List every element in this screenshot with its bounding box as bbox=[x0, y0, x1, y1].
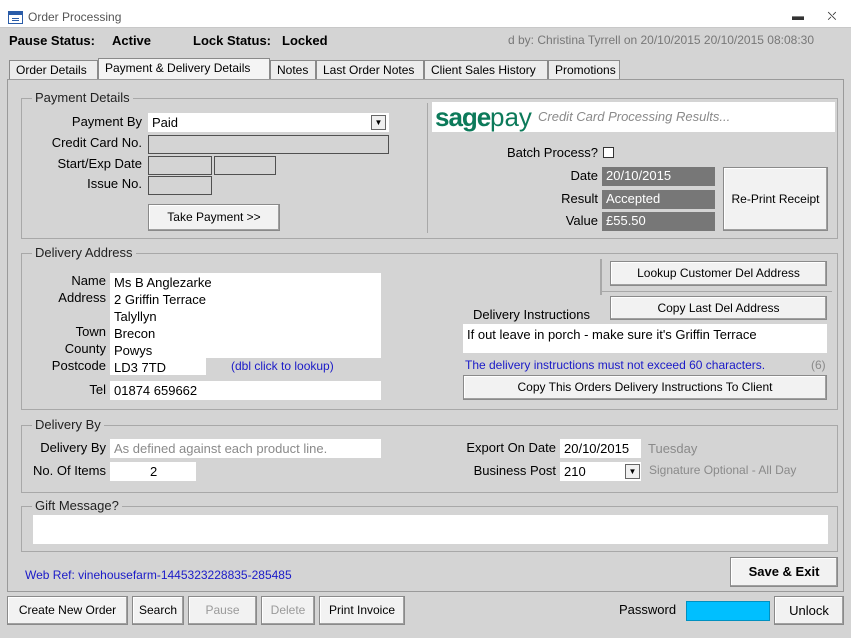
address-text[interactable]: Ms B Anglezarke 2 Griffin Terrace Talyll… bbox=[114, 274, 212, 376]
issue-no-field[interactable] bbox=[148, 176, 212, 195]
tab-payment-delivery[interactable]: Payment & Delivery Details bbox=[98, 58, 270, 81]
sagepay-logo-sage: sage bbox=[435, 102, 491, 132]
credit-card-field[interactable] bbox=[148, 135, 389, 154]
divider bbox=[600, 259, 602, 295]
minimize-icon[interactable]: ▬ bbox=[790, 8, 806, 24]
export-on-date-label: Export On Date bbox=[466, 440, 556, 455]
name-value[interactable]: Ms B Anglezarke bbox=[114, 274, 212, 291]
cc-results-title: Credit Card Processing Results... bbox=[538, 109, 731, 124]
close-icon[interactable]: ⛌ bbox=[824, 8, 840, 24]
print-invoice-button[interactable]: Print Invoice bbox=[319, 596, 405, 625]
value-label: Value bbox=[565, 213, 598, 228]
address-line-2[interactable]: Talyllyn bbox=[114, 308, 212, 325]
exp-date-field[interactable] bbox=[214, 156, 276, 175]
result-label: Result bbox=[561, 191, 598, 206]
result-value: Accepted bbox=[602, 190, 715, 209]
tab-last-order-notes[interactable]: Last Order Notes bbox=[316, 60, 424, 80]
no-of-items-field[interactable]: 2 bbox=[110, 462, 196, 481]
instructions-count: (6) bbox=[811, 358, 826, 372]
copy-instructions-to-client-button[interactable]: Copy This Orders Delivery Instructions T… bbox=[463, 375, 827, 400]
password-field[interactable] bbox=[686, 601, 770, 621]
address-label: Address bbox=[58, 290, 106, 305]
payment-details-title: Payment Details bbox=[32, 90, 133, 105]
lock-status-label: Lock Status: bbox=[193, 33, 272, 48]
name-label: Name bbox=[71, 273, 106, 288]
delivery-by-field[interactable]: As defined against each product line. bbox=[110, 439, 381, 458]
postcode-label: Postcode bbox=[51, 358, 106, 373]
delivery-address-title: Delivery Address bbox=[32, 245, 136, 260]
window-title: Order Processing bbox=[28, 10, 122, 24]
business-post-label: Business Post bbox=[473, 463, 556, 478]
divider bbox=[427, 103, 428, 233]
export-day: Tuesday bbox=[648, 441, 698, 456]
title-bar: Order Processing ▬ ⛌ bbox=[0, 0, 851, 28]
payment-by-label: Payment By bbox=[71, 114, 142, 129]
tab-order-details[interactable]: Order Details bbox=[9, 60, 98, 80]
town-value[interactable]: Brecon bbox=[114, 325, 212, 342]
sagepay-header: sage pay Credit Card Processing Results.… bbox=[432, 102, 835, 132]
delivery-instructions-label: Delivery Instructions bbox=[472, 307, 590, 322]
postcode-value[interactable]: LD3 7TD bbox=[114, 359, 212, 376]
start-exp-label: Start/Exp Date bbox=[57, 156, 142, 171]
web-ref: Web Ref: vinehousefarm-1445323228835-285… bbox=[25, 568, 292, 582]
save-exit-button[interactable]: Save & Exit bbox=[730, 557, 838, 587]
create-new-order-button[interactable]: Create New Order bbox=[7, 596, 128, 625]
postcode-hint: (dbl click to lookup) bbox=[231, 359, 334, 373]
search-button[interactable]: Search bbox=[132, 596, 184, 625]
delivery-instructions-field[interactable]: If out leave in porch - make sure it's G… bbox=[463, 324, 827, 353]
county-value[interactable]: Powys bbox=[114, 342, 212, 359]
instructions-warning: The delivery instructions must not excee… bbox=[465, 358, 766, 372]
pause-status-value: Active bbox=[112, 33, 152, 48]
county-label: County bbox=[64, 341, 106, 356]
sagepay-logo-pay: pay bbox=[490, 102, 532, 132]
chevron-down-icon[interactable]: ▼ bbox=[625, 464, 640, 479]
payment-by-select[interactable]: Paid bbox=[148, 113, 389, 132]
tel-label: Tel bbox=[89, 382, 106, 397]
date-label: Date bbox=[570, 168, 598, 183]
value-amount: £55.50 bbox=[602, 212, 715, 231]
locked-by-text: d by: Christina Tyrrell on 20/10/2015 20… bbox=[508, 33, 814, 47]
tel-field[interactable]: 01874 659662 bbox=[110, 381, 381, 400]
tab-notes[interactable]: Notes bbox=[270, 60, 316, 80]
take-payment-button[interactable]: Take Payment >> bbox=[148, 204, 280, 231]
password-label: Password bbox=[619, 602, 677, 617]
pause-button[interactable]: Pause bbox=[188, 596, 257, 625]
pause-status-label: Pause Status: bbox=[9, 33, 95, 48]
delete-button[interactable]: Delete bbox=[261, 596, 315, 625]
divider bbox=[602, 291, 832, 292]
lock-status-value: Locked bbox=[282, 33, 328, 48]
tab-client-sales-history[interactable]: Client Sales History bbox=[424, 60, 548, 80]
batch-process-checkbox[interactable] bbox=[603, 147, 614, 158]
issue-no-label: Issue No. bbox=[87, 176, 142, 191]
gift-message-title: Gift Message? bbox=[32, 498, 122, 513]
delivery-by-label: Delivery By bbox=[40, 440, 106, 455]
town-label: Town bbox=[75, 324, 106, 339]
business-post-description: Signature Optional - All Day bbox=[649, 463, 797, 477]
date-value: 20/10/2015 bbox=[602, 167, 715, 186]
batch-process-label: Batch Process? bbox=[506, 145, 598, 160]
export-on-date-field[interactable]: 20/10/2015 bbox=[560, 439, 641, 458]
tab-promotions[interactable]: Promotions bbox=[548, 60, 620, 80]
copy-last-del-address-button[interactable]: Copy Last Del Address bbox=[610, 296, 827, 320]
status-bar: Pause Status: Active Lock Status: Locked… bbox=[0, 28, 851, 54]
unlock-button[interactable]: Unlock bbox=[774, 596, 844, 625]
chevron-down-icon[interactable]: ▼ bbox=[371, 115, 386, 130]
reprint-receipt-button[interactable]: Re-Print Receipt bbox=[723, 167, 828, 231]
start-date-field[interactable] bbox=[148, 156, 212, 175]
gift-message-field[interactable] bbox=[33, 515, 828, 544]
address-line-1[interactable]: 2 Griffin Terrace bbox=[114, 291, 212, 308]
delivery-by-title: Delivery By bbox=[32, 417, 104, 432]
lookup-customer-del-address-button[interactable]: Lookup Customer Del Address bbox=[610, 261, 827, 286]
form-icon bbox=[8, 11, 23, 24]
delivery-by-group: Delivery By bbox=[21, 417, 838, 493]
credit-card-label: Credit Card No. bbox=[51, 135, 142, 150]
no-of-items-label: No. Of Items bbox=[33, 463, 106, 478]
